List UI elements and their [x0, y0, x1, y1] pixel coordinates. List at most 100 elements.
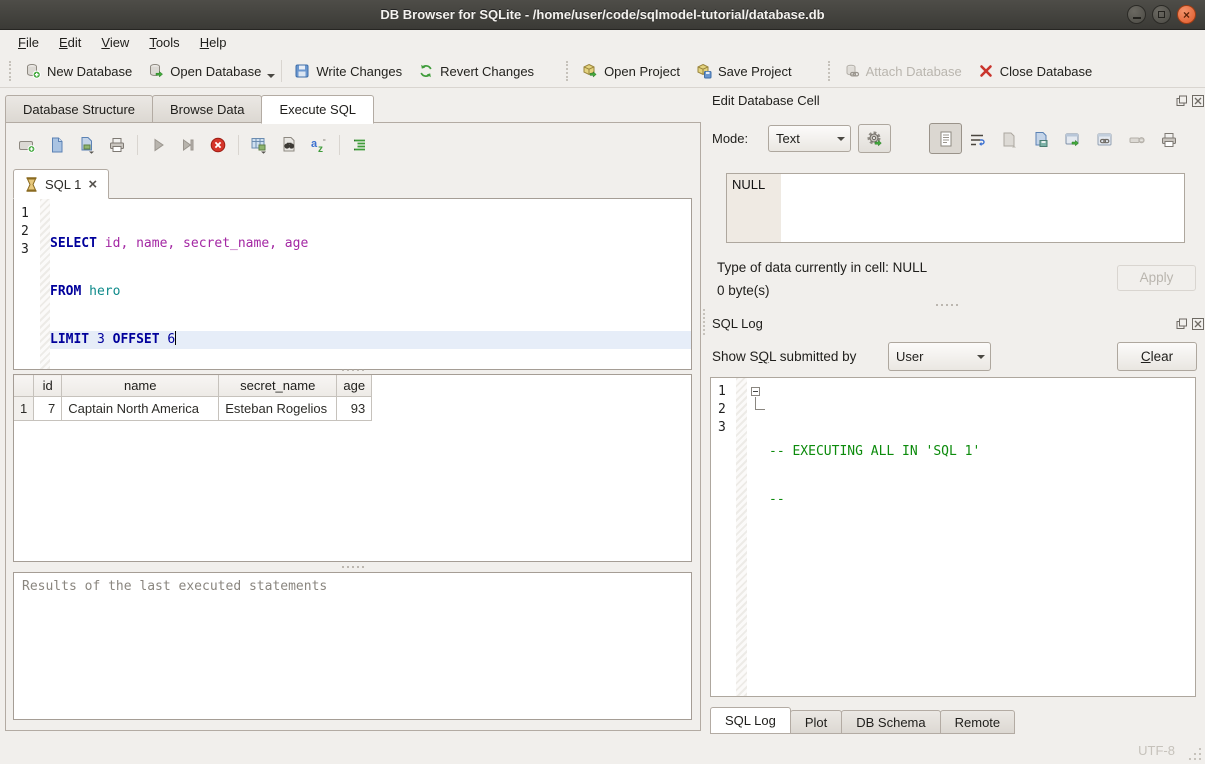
edit-cell-dock-buttons: [1176, 95, 1204, 107]
open-sql-tab-button[interactable]: [14, 132, 40, 158]
open-cell-data-button[interactable]: [998, 129, 1020, 151]
window-title: DB Browser for SQLite - /home/user/code/…: [380, 7, 824, 22]
column-header-secret-name[interactable]: secret_name: [219, 375, 337, 397]
editor-results-splitter[interactable]: [336, 369, 370, 373]
new-tab-icon: [18, 136, 36, 154]
close-sql-tab-icon[interactable]: ×: [88, 177, 97, 192]
stop-execution-button[interactable]: [205, 132, 231, 158]
auto-switch-mode-button[interactable]: [858, 124, 891, 153]
column-header-age[interactable]: age: [337, 375, 372, 397]
open-sql-file-button[interactable]: [44, 132, 70, 158]
text-cursor: [175, 331, 176, 345]
export-cell-data-button[interactable]: [1062, 129, 1084, 151]
write-changes-button[interactable]: Write Changes: [286, 59, 410, 83]
revert-changes-button[interactable]: Revert Changes: [410, 59, 542, 83]
close-dock-icon[interactable]: [1192, 95, 1204, 107]
hourglass-icon: [25, 177, 38, 192]
attach-database-button[interactable]: Attach Database: [836, 59, 970, 83]
sql-toolbar-separator: [137, 135, 138, 155]
log-filter-combobox[interactable]: User: [888, 342, 991, 371]
clear-log-button[interactable]: Clear: [1117, 342, 1197, 371]
row-number-cell[interactable]: 1: [14, 397, 34, 421]
column-header-id[interactable]: id: [34, 375, 62, 397]
tab-db-schema[interactable]: DB Schema: [841, 710, 940, 734]
menu-edit[interactable]: Edit: [49, 32, 91, 53]
results-message-splitter[interactable]: [336, 566, 370, 570]
tab-browse-data[interactable]: Browse Data: [152, 95, 262, 123]
close-icon: ×: [1183, 9, 1190, 21]
toolbar-grip[interactable]: [828, 61, 831, 81]
set-null-button[interactable]: [1126, 129, 1148, 151]
print-cell-button[interactable]: [1158, 129, 1180, 151]
float-dock-icon[interactable]: [1176, 318, 1188, 330]
cell-name[interactable]: Captain North America: [62, 397, 219, 421]
window-controls: ×: [1127, 5, 1196, 24]
dock-splitter[interactable]: [930, 304, 964, 308]
format-sql-icon: [351, 136, 369, 154]
cell-secret-name[interactable]: Esteban Rogelios: [219, 397, 337, 421]
copy-link-button[interactable]: [1094, 129, 1116, 151]
open-database-dropdown-caret[interactable]: [267, 74, 275, 78]
text-mode-button[interactable]: [929, 123, 962, 154]
write-changes-icon: [294, 63, 310, 79]
maximize-button[interactable]: [1152, 5, 1171, 24]
save-project-button[interactable]: Save Project: [688, 59, 800, 83]
code-line-1: SELECT id, name, secret_name, age: [50, 235, 691, 253]
open-project-icon: [582, 63, 598, 79]
tab-remote[interactable]: Remote: [940, 710, 1016, 734]
save-file-icon: [78, 136, 96, 154]
menu-view[interactable]: View: [91, 32, 139, 53]
menu-help[interactable]: Help: [190, 32, 237, 53]
open-file-icon: [48, 136, 66, 154]
autocomplete-button[interactable]: a z: [306, 132, 332, 158]
cell-age[interactable]: 93: [337, 397, 372, 421]
window-resize-grip[interactable]: [1189, 748, 1201, 760]
tab-execute-sql[interactable]: Execute SQL: [261, 95, 374, 124]
cell-value-editor[interactable]: NULL: [726, 173, 1185, 243]
find-in-sql-button[interactable]: [276, 132, 302, 158]
cell-id[interactable]: 7: [34, 397, 62, 421]
print-sql-button[interactable]: [104, 132, 130, 158]
execute-all-button[interactable]: [145, 132, 171, 158]
close-database-button[interactable]: Close Database: [970, 59, 1101, 83]
mode-combobox[interactable]: Text: [768, 125, 851, 152]
corner-header-cell[interactable]: [14, 375, 34, 397]
mode-value: Text: [769, 131, 832, 146]
cell-editor-gutter: NULL: [727, 174, 781, 242]
toolbar-grip[interactable]: [566, 61, 569, 81]
results-grid: id name secret_name age 1 7 Captain Nort…: [13, 374, 692, 562]
dock-drag-grip[interactable]: [703, 309, 706, 335]
menu-file[interactable]: File: [8, 32, 49, 53]
open-project-button[interactable]: Open Project: [574, 59, 688, 83]
sql-toolbar: a z: [14, 132, 373, 158]
log-entry: -- EXECUTING ALL IN 'SQL 1': [747, 443, 1195, 461]
apply-button[interactable]: Apply: [1117, 265, 1196, 291]
editor-code-area[interactable]: SELECT id, name, secret_name, age FROM h…: [50, 199, 691, 369]
cell-editor-toolbar: [966, 129, 1180, 151]
toolbar-grip[interactable]: [9, 61, 12, 81]
close-dock-icon[interactable]: [1192, 318, 1204, 330]
import-cell-data-button[interactable]: [1030, 129, 1052, 151]
execute-line-icon: [179, 136, 197, 154]
save-sql-file-button[interactable]: [74, 132, 100, 158]
menu-tools[interactable]: Tools: [139, 32, 189, 53]
tab-plot[interactable]: Plot: [790, 710, 842, 734]
log-content: -- EXECUTING ALL IN 'SQL 1' --: [747, 378, 1195, 696]
execute-current-line-button[interactable]: [175, 132, 201, 158]
log-filter-value: User: [889, 349, 972, 364]
word-wrap-button[interactable]: [966, 129, 988, 151]
cell-editor-text-area[interactable]: [781, 174, 1184, 242]
format-sql-button[interactable]: [347, 132, 373, 158]
open-database-button[interactable]: Open Database: [140, 59, 269, 83]
tab-sql-log[interactable]: SQL Log: [710, 707, 791, 734]
column-header-name[interactable]: name: [62, 375, 219, 397]
fold-collapse-marker[interactable]: [751, 387, 760, 396]
tab-database-structure[interactable]: Database Structure: [5, 95, 153, 123]
minimize-button[interactable]: [1127, 5, 1146, 24]
sql-editor[interactable]: 1 2 3 SELECT id, name, secret_name, age …: [13, 198, 692, 370]
save-results-button[interactable]: [246, 132, 272, 158]
close-button[interactable]: ×: [1177, 5, 1196, 24]
float-dock-icon[interactable]: [1176, 95, 1188, 107]
sql-editor-tab[interactable]: SQL 1 ×: [13, 169, 109, 199]
new-database-button[interactable]: New Database: [17, 59, 140, 83]
